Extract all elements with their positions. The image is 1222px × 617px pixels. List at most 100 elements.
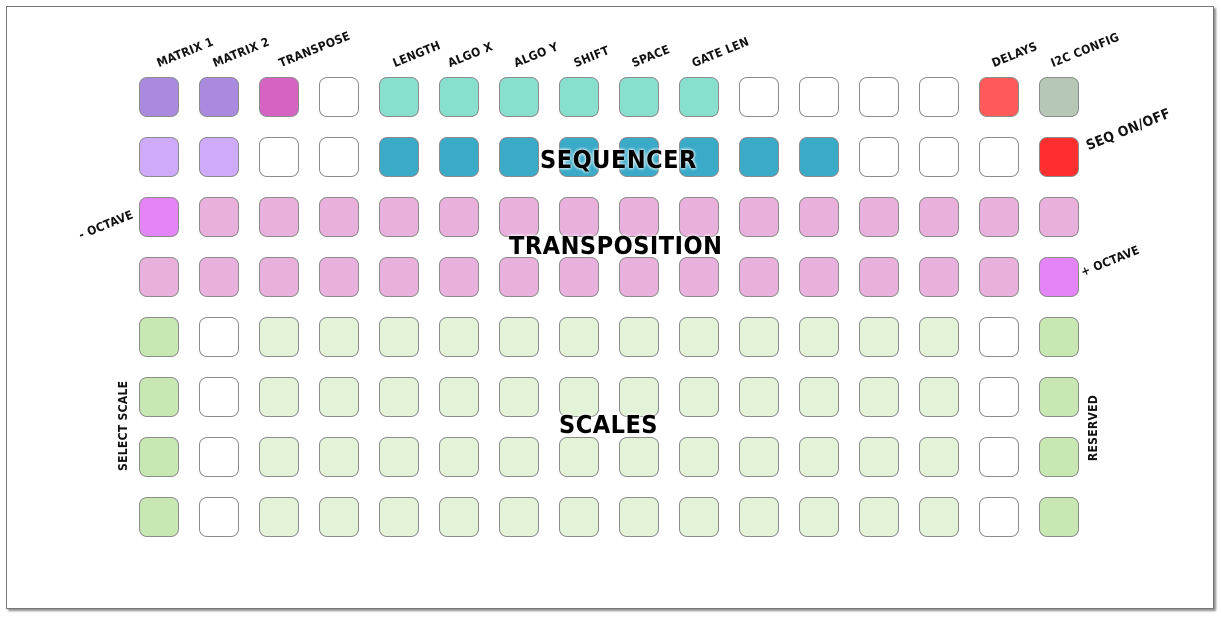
grid-button-r8-c12[interactable] [799,497,839,537]
grid-button-r8-c2[interactable] [199,497,239,537]
grid-button-r2-c1[interactable] [139,137,179,177]
grid-button-r2-c11[interactable] [739,137,779,177]
grid-button-r8-c7[interactable] [499,497,539,537]
grid-button-r1-c6[interactable] [439,77,479,117]
grid-button-r8-c1[interactable] [139,497,179,537]
grid-button-r1-c3[interactable] [259,77,299,117]
grid-button-r2-c15[interactable] [979,137,1019,177]
grid-button-r1-c16[interactable] [1039,77,1079,117]
grid-button-r5-c10[interactable] [679,317,719,357]
grid-button-r1-c10[interactable] [679,77,719,117]
grid-button-r4-c10[interactable] [679,257,719,297]
grid-button-r6-c16[interactable] [1039,377,1079,417]
grid-button-r6-c13[interactable] [859,377,899,417]
grid-button-r1-c13[interactable] [859,77,899,117]
grid-button-r2-c4[interactable] [319,137,359,177]
grid-button-r4-c15[interactable] [979,257,1019,297]
grid-button-r8-c4[interactable] [319,497,359,537]
grid-button-r7-c14[interactable] [919,437,959,477]
grid-button-r1-c5[interactable] [379,77,419,117]
grid-button-r2-c7[interactable] [499,137,539,177]
grid-button-r1-c14[interactable] [919,77,959,117]
grid-button-r8-c8[interactable] [559,497,599,537]
grid-button-r1-c15[interactable] [979,77,1019,117]
grid-button-r4-c7[interactable] [499,257,539,297]
grid-button-r6-c15[interactable] [979,377,1019,417]
grid-button-r4-c5[interactable] [379,257,419,297]
grid-button-r1-c7[interactable] [499,77,539,117]
grid-button-r1-c11[interactable] [739,77,779,117]
grid-button-r7-c4[interactable] [319,437,359,477]
grid-button-r4-c8[interactable] [559,257,599,297]
grid-button-r5-c2[interactable] [199,317,239,357]
grid-button-r3-c12[interactable] [799,197,839,237]
grid-button-r4-c4[interactable] [319,257,359,297]
grid-button-r3-c1[interactable] [139,197,179,237]
grid-button-r8-c3[interactable] [259,497,299,537]
grid-button-r8-c14[interactable] [919,497,959,537]
grid-button-r8-c13[interactable] [859,497,899,537]
grid-button-r8-c9[interactable] [619,497,659,537]
grid-button-r4-c13[interactable] [859,257,899,297]
grid-button-r5-c8[interactable] [559,317,599,357]
grid-button-r3-c13[interactable] [859,197,899,237]
grid-button-r8-c15[interactable] [979,497,1019,537]
grid-button-r1-c8[interactable] [559,77,599,117]
grid-button-r7-c13[interactable] [859,437,899,477]
grid-button-r7-c10[interactable] [679,437,719,477]
grid-button-r6-c3[interactable] [259,377,299,417]
grid-button-r8-c11[interactable] [739,497,779,537]
grid-button-r3-c6[interactable] [439,197,479,237]
grid-button-r2-c6[interactable] [439,137,479,177]
grid-button-r6-c4[interactable] [319,377,359,417]
grid-button-r4-c11[interactable] [739,257,779,297]
grid-button-r4-c9[interactable] [619,257,659,297]
grid-button-r2-c5[interactable] [379,137,419,177]
grid-button-r7-c8[interactable] [559,437,599,477]
grid-button-r3-c16[interactable] [1039,197,1079,237]
grid-button-r3-c15[interactable] [979,197,1019,237]
grid-button-r7-c12[interactable] [799,437,839,477]
grid-button-r5-c1[interactable] [139,317,179,357]
grid-button-r7-c5[interactable] [379,437,419,477]
grid-button-r4-c3[interactable] [259,257,299,297]
grid-button-r7-c3[interactable] [259,437,299,477]
grid-button-r4-c1[interactable] [139,257,179,297]
grid-button-r5-c16[interactable] [1039,317,1079,357]
grid-button-r7-c2[interactable] [199,437,239,477]
grid-button-r6-c14[interactable] [919,377,959,417]
grid-button-r6-c2[interactable] [199,377,239,417]
grid-button-r7-c1[interactable] [139,437,179,477]
grid-button-r6-c6[interactable] [439,377,479,417]
grid-button-r5-c4[interactable] [319,317,359,357]
grid-button-r3-c2[interactable] [199,197,239,237]
grid-button-r1-c9[interactable] [619,77,659,117]
grid-button-r6-c11[interactable] [739,377,779,417]
grid-button-r8-c10[interactable] [679,497,719,537]
grid-button-r5-c6[interactable] [439,317,479,357]
grid-button-r6-c7[interactable] [499,377,539,417]
grid-button-r1-c12[interactable] [799,77,839,117]
grid-button-r3-c5[interactable] [379,197,419,237]
grid-button-r7-c9[interactable] [619,437,659,477]
grid-button-r4-c14[interactable] [919,257,959,297]
grid-button-r7-c15[interactable] [979,437,1019,477]
grid-button-r2-c12[interactable] [799,137,839,177]
grid-button-r2-c2[interactable] [199,137,239,177]
grid-button-r1-c1[interactable] [139,77,179,117]
grid-button-r5-c11[interactable] [739,317,779,357]
grid-button-r5-c5[interactable] [379,317,419,357]
grid-button-r5-c13[interactable] [859,317,899,357]
grid-button-r7-c16[interactable] [1039,437,1079,477]
grid-button-r2-c16[interactable] [1039,137,1079,177]
grid-button-r1-c4[interactable] [319,77,359,117]
grid-button-r2-c13[interactable] [859,137,899,177]
grid-button-r4-c12[interactable] [799,257,839,297]
grid-button-r6-c10[interactable] [679,377,719,417]
grid-button-r5-c3[interactable] [259,317,299,357]
grid-button-r3-c14[interactable] [919,197,959,237]
grid-button-r4-c6[interactable] [439,257,479,297]
grid-button-r8-c16[interactable] [1039,497,1079,537]
grid-button-r8-c6[interactable] [439,497,479,537]
grid-button-r2-c3[interactable] [259,137,299,177]
